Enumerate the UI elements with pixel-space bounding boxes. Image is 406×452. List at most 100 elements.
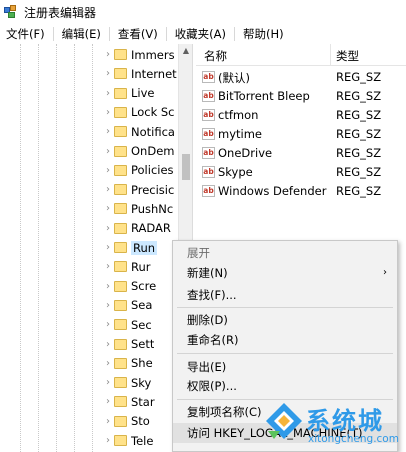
value-type: REG_SZ [336, 89, 382, 103]
tree-item-label: Scre [131, 279, 157, 294]
expand-arrow-icon[interactable]: › [102, 223, 114, 234]
folder-icon [114, 338, 127, 350]
value-row[interactable]: ab OneDrive REG_SZ [196, 144, 406, 163]
menu-permissions[interactable]: 权限(P)... [173, 376, 397, 396]
menu-file[interactable]: 文件(F) [0, 26, 51, 42]
value-row[interactable]: ab mytime REG_SZ [196, 125, 406, 144]
menu-find[interactable]: 查找(F)... [173, 285, 397, 305]
tree-item-label: Rur [131, 259, 151, 274]
submenu-arrow-icon: › [383, 267, 387, 278]
expand-arrow-icon[interactable]: › [102, 319, 114, 330]
folder-icon [114, 357, 127, 369]
menu-delete[interactable]: 删除(D) [173, 310, 397, 330]
value-type: REG_SZ [336, 146, 382, 160]
expand-arrow-icon[interactable]: › [102, 358, 114, 369]
menu-find-label: 查找(F)... [187, 288, 237, 302]
string-value-icon: ab [202, 90, 215, 102]
column-header-name[interactable]: 名称 [204, 48, 227, 64]
value-name: mytime [218, 127, 262, 141]
tree-item-label: Policies [131, 163, 174, 178]
tree-item-label: Sto [131, 414, 150, 429]
expand-arrow-icon[interactable]: › [102, 88, 114, 99]
menu-expand-label: 展开 [187, 246, 210, 260]
menu-expand[interactable]: 展开 [173, 243, 397, 263]
expand-arrow-icon[interactable]: › [102, 146, 114, 157]
value-row[interactable]: ab Skype REG_SZ [196, 163, 406, 182]
folder-icon [114, 435, 127, 446]
folder-icon [114, 68, 127, 80]
expand-arrow-icon[interactable]: › [102, 107, 114, 118]
menu-divider [165, 27, 167, 41]
value-type: REG_SZ [336, 127, 382, 141]
value-name: ctfmon [218, 108, 259, 122]
folder-icon [114, 261, 127, 273]
menu-rename[interactable]: 重命名(R) [173, 330, 397, 350]
expand-arrow-icon[interactable]: › [102, 281, 114, 292]
folder-icon [114, 203, 127, 215]
expand-arrow-icon[interactable]: › [102, 242, 114, 253]
folder-icon [114, 49, 127, 60]
expand-arrow-icon[interactable]: › [102, 126, 114, 137]
watermark-title: 系统城 [306, 407, 384, 435]
expand-arrow-icon[interactable]: › [102, 300, 114, 311]
tree-item-label: Internet [131, 66, 177, 81]
value-name: (默认) [218, 71, 250, 85]
column-divider[interactable] [330, 44, 331, 66]
value-type: REG_SZ [336, 184, 382, 198]
folder-icon [114, 396, 127, 408]
folder-icon [114, 184, 127, 196]
regedit-icon [4, 5, 18, 19]
expand-arrow-icon[interactable]: › [102, 165, 114, 176]
folder-icon [114, 280, 127, 292]
value-type: REG_SZ [336, 70, 382, 84]
tree-item-label: Immers [131, 47, 175, 62]
menu-new[interactable]: 新建(N) › [173, 263, 397, 283]
value-name: OneDrive [218, 146, 273, 160]
tree-item-label: Lock Sc [131, 105, 175, 120]
expand-arrow-icon[interactable]: › [102, 203, 114, 214]
key-tree[interactable]: › Immers › Internet › Live › Lock Sc › Notifica › O… [0, 44, 192, 452]
menu-divider [52, 27, 54, 41]
scroll-thumb[interactable] [182, 154, 190, 180]
tree-item-label: Sea [131, 298, 153, 313]
value-name: Windows Defender [218, 184, 327, 198]
expand-arrow-icon[interactable]: › [102, 68, 114, 79]
string-value-icon: ab [202, 185, 215, 197]
string-value-icon: ab [202, 166, 215, 178]
expand-arrow-icon[interactable]: › [102, 416, 114, 427]
folder-icon [114, 222, 127, 234]
expand-arrow-icon[interactable]: › [102, 261, 114, 272]
value-name: Skype [218, 165, 253, 179]
value-row[interactable]: ab ctfmon REG_SZ [196, 106, 406, 125]
tree-item-label: Run [131, 240, 158, 255]
value-row[interactable]: ab (默认) REG_SZ [196, 68, 406, 87]
menu-favorites[interactable]: 收藏夹(A) [169, 26, 232, 42]
menu-export[interactable]: 导出(E) [173, 357, 397, 377]
expand-arrow-icon[interactable]: › [102, 49, 114, 60]
expand-arrow-icon[interactable]: › [102, 339, 114, 350]
expand-arrow-icon[interactable]: › [102, 377, 114, 388]
column-header-type[interactable]: 类型 [336, 48, 359, 64]
menu-new-label: 新建(N) [187, 266, 228, 280]
tree-item-label: She [131, 356, 153, 371]
value-row[interactable]: ab BitTorrent Bleep REG_SZ [196, 87, 406, 106]
expand-arrow-icon[interactable]: › [102, 396, 114, 407]
value-type: REG_SZ [336, 165, 382, 179]
folder-icon [114, 377, 127, 389]
tree-item-label: PushNc [131, 201, 174, 216]
expand-arrow-icon[interactable]: › [102, 435, 114, 446]
menu-edit[interactable]: 编辑(E) [56, 26, 107, 42]
string-value-icon: ab [202, 128, 215, 140]
menu-view[interactable]: 查看(V) [112, 26, 164, 42]
menu-separator [177, 353, 393, 354]
folder-icon [114, 299, 127, 311]
folder-icon [114, 242, 127, 253]
tree-item-label: Sett [131, 337, 155, 351]
value-row[interactable]: ab Windows Defender REG_SZ [196, 182, 406, 201]
menu-help[interactable]: 帮助(H) [237, 26, 290, 42]
tree-item-label: Sky [131, 375, 152, 390]
scroll-up-arrow-icon[interactable]: ▲ [179, 44, 193, 58]
watermark: 系统城 xitongcheng.com [262, 395, 406, 452]
string-value-icon: ab [202, 147, 215, 159]
expand-arrow-icon[interactable]: › [102, 184, 114, 195]
